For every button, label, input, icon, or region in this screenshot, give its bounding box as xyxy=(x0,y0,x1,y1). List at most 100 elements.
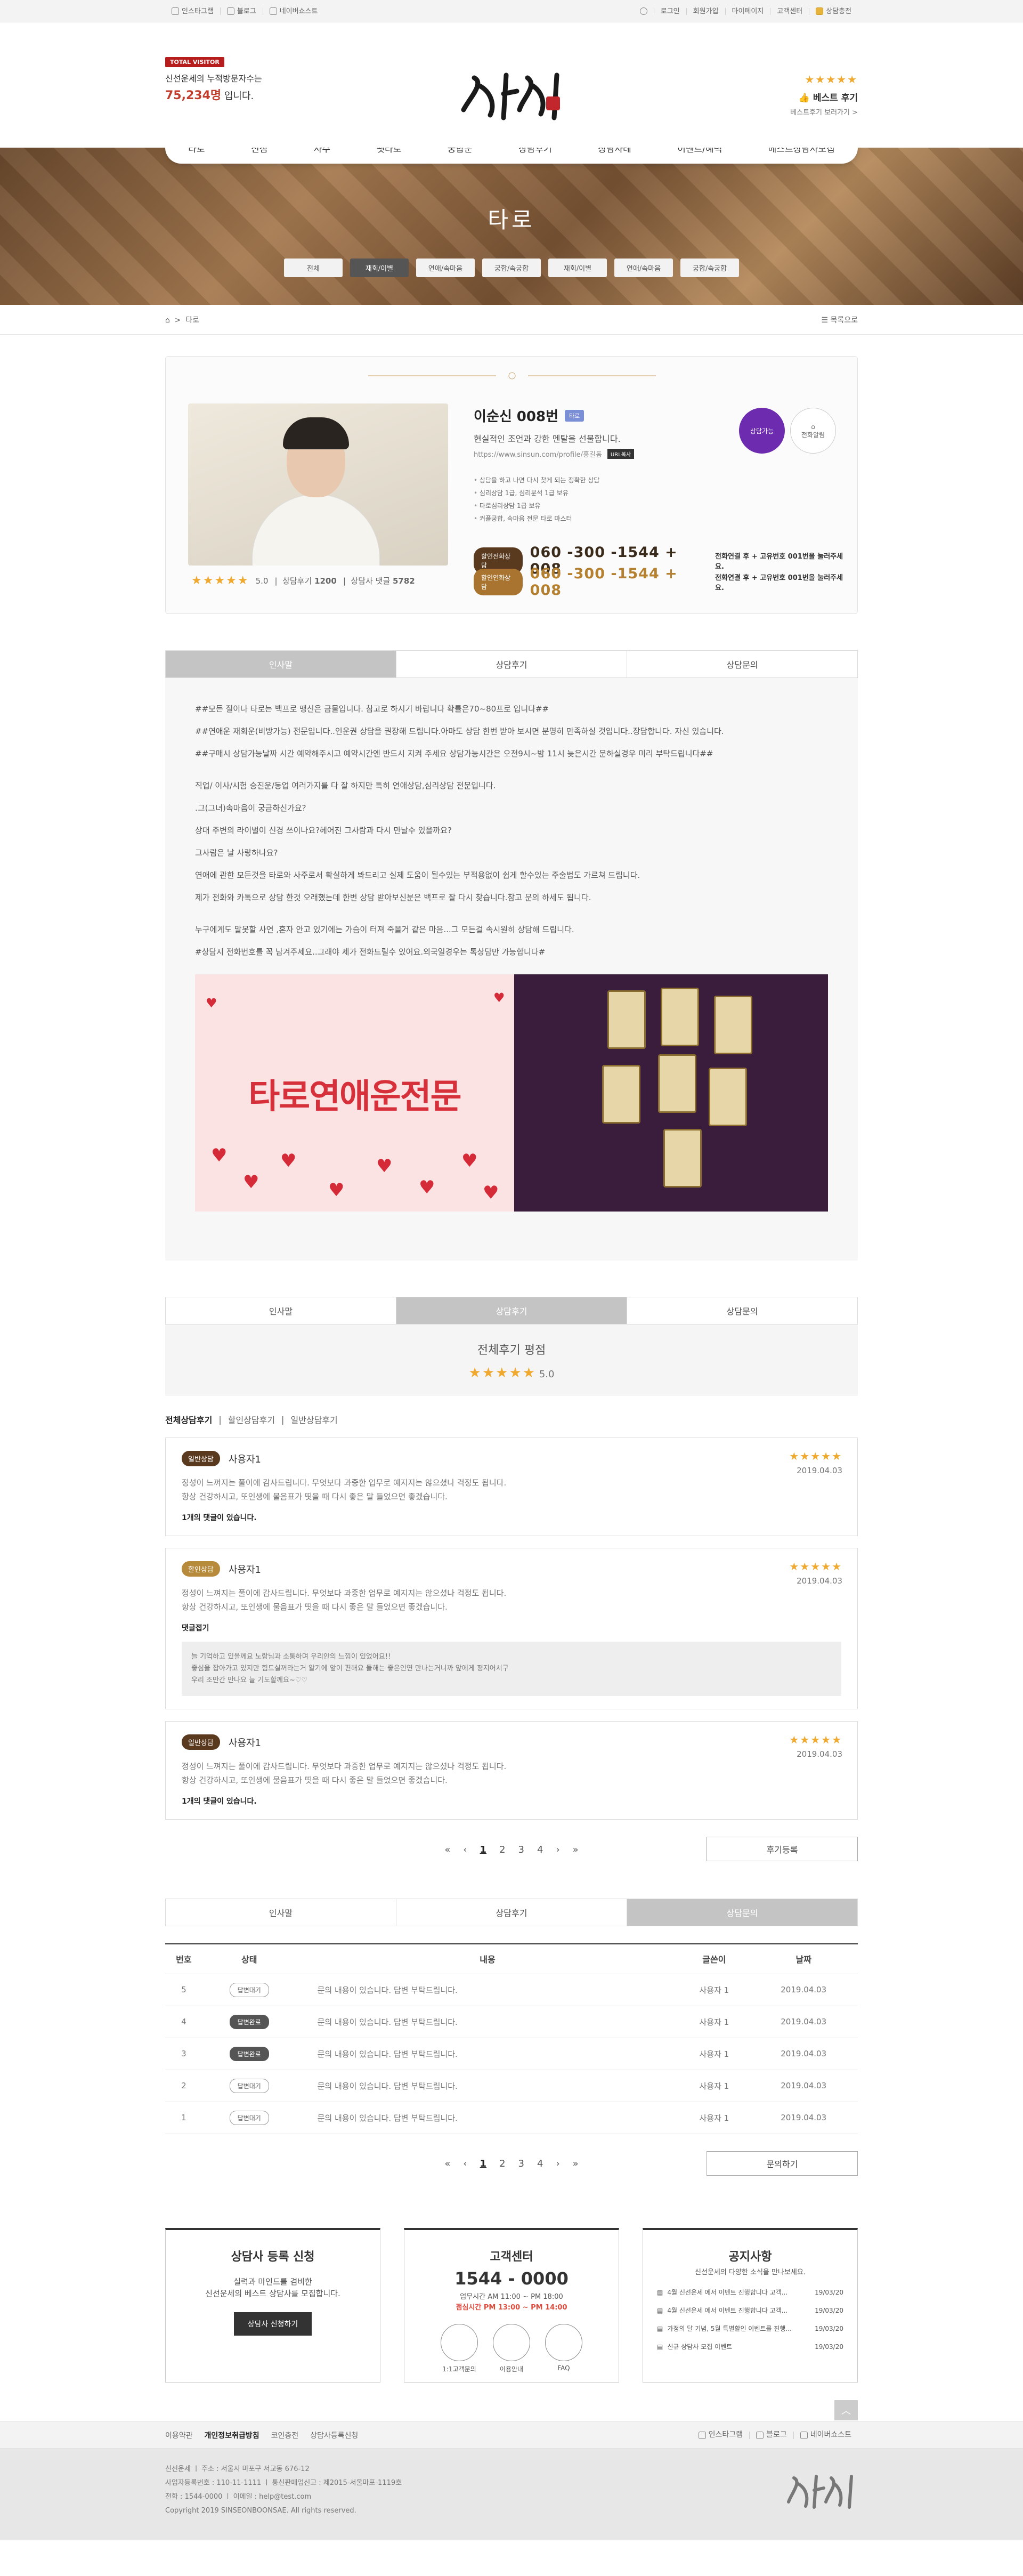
page-link-6[interactable]: › xyxy=(556,2158,559,2169)
feature-item: 심리상담 1급, 심리분석 1급 보유 xyxy=(474,487,836,499)
page-link-4[interactable]: 3 xyxy=(518,2158,524,2169)
notice-item[interactable]: ▤ 4월 신선운세 에서 이벤트 진행합니다 고객... 19/03/20 xyxy=(657,2283,843,2302)
subtab-1[interactable]: 재회/이별 xyxy=(350,259,409,277)
status-available-badge[interactable]: 상담가능 xyxy=(739,408,785,454)
scroll-top-button[interactable]: ︿ xyxy=(834,2400,858,2420)
best-review-link[interactable]: 베스트후기 보러가기 > xyxy=(790,107,858,117)
notice-item[interactable]: ▤ 4월 신선운세 에서 이벤트 진행합니다 고객... 19/03/20 xyxy=(657,2302,843,2320)
table-row[interactable]: 3 답변완료 문의 내용이 있습니다. 답변 부탁드립니다. 사용자 1 2019.04… xyxy=(165,2038,858,2070)
write-inquiry-button[interactable]: 문의하기 xyxy=(707,2151,858,2176)
subtab-6[interactable]: 궁합/속궁합 xyxy=(680,259,739,277)
nav-item-3[interactable]: 펫타로 xyxy=(372,148,405,155)
tab-greeting[interactable]: 인사말 xyxy=(166,1899,396,1926)
nav-item-7[interactable]: 이벤트/혜택 xyxy=(673,148,726,155)
back-to-list-button[interactable]: ☰ 목록으로 xyxy=(821,314,858,325)
page-link-0[interactable]: « xyxy=(444,2158,450,2169)
write-review-button[interactable]: 후기등록 xyxy=(707,1837,858,1861)
tab-inquiry[interactable]: 상담문의 xyxy=(627,651,857,677)
footer-link-1[interactable]: 개인정보취급방침 xyxy=(205,2430,259,2441)
page-link-2[interactable]: 1 xyxy=(480,2158,487,2169)
page-link-1[interactable]: ‹ xyxy=(463,1844,467,1855)
page-link-2[interactable]: 1 xyxy=(480,1844,487,1855)
tab-reviews[interactable]: 상담후기 xyxy=(396,1899,627,1926)
call-alarm-button[interactable]: ⌂ 전화알림 xyxy=(790,408,836,454)
register-text2: 신선운세의 베스트 상담사를 모집합니다. xyxy=(205,2288,340,2298)
copy-url-button[interactable]: URL복사 xyxy=(607,449,635,459)
row-content[interactable]: 문의 내용이 있습니다. 답변 부탁드립니다. xyxy=(296,2038,679,2070)
cs-shortcut-0[interactable]: 1:1고객문의 xyxy=(441,2323,478,2373)
page-link-7[interactable]: » xyxy=(573,1844,579,1855)
filter-discount[interactable]: 할인상담후기 xyxy=(228,1413,275,1426)
review-comment-toggle[interactable]: 댓글접기 xyxy=(182,1622,841,1633)
page-link-5[interactable]: 4 xyxy=(537,2158,543,2169)
phone-number[interactable]: 060 -300 -1544 + 008 xyxy=(530,566,708,599)
nav-item-8[interactable]: 베스트상담사모집 xyxy=(764,148,839,155)
nav-item-1[interactable]: 신점 xyxy=(247,148,272,155)
review-comment-toggle[interactable]: 1개의 댓글이 있습니다. xyxy=(182,1796,841,1806)
page-link-0[interactable]: « xyxy=(444,1844,450,1855)
tab-inquiry[interactable]: 상담문의 xyxy=(627,1899,857,1926)
subtab-2[interactable]: 연애/속마음 xyxy=(416,259,475,277)
filter-normal[interactable]: 일반상담후기 xyxy=(290,1413,337,1426)
tab-reviews[interactable]: 상담후기 xyxy=(396,1297,627,1324)
detail-tabs-inquiry: 인사말 상담후기 상담문의 xyxy=(165,1899,858,1926)
notice-item[interactable]: ▤ 신규 상담사 모집 이벤트 19/03/20 xyxy=(657,2338,843,2356)
footer-link-2[interactable]: 코인충전 xyxy=(271,2430,299,2441)
topbar-social-0[interactable]: 인스타그램 xyxy=(165,7,221,15)
row-content[interactable]: 문의 내용이 있습니다. 답변 부탁드립니다. xyxy=(296,2070,679,2102)
subtab-5[interactable]: 연애/속마음 xyxy=(614,259,673,277)
page-link-3[interactable]: 2 xyxy=(499,2158,505,2169)
row-content[interactable]: 문의 내용이 있습니다. 답변 부탁드립니다. xyxy=(296,2006,679,2038)
page-link-6[interactable]: › xyxy=(556,1844,559,1855)
topbar-social-1[interactable]: 블로그 xyxy=(221,7,263,15)
footer-social-2[interactable]: 네이버쇼스트 xyxy=(794,2430,858,2439)
tab-greeting[interactable]: 인사말 xyxy=(166,651,396,677)
footer-social-label: 네이버쇼스트 xyxy=(810,2430,851,2439)
row-content[interactable]: 문의 내용이 있습니다. 답변 부탁드립니다. xyxy=(296,2102,679,2134)
topbar-link-1[interactable]: 회원가입 xyxy=(687,7,726,15)
footer-social-0[interactable]: 인스타그램 xyxy=(692,2431,750,2439)
nav-item-4[interactable]: 궁합운 xyxy=(443,148,477,155)
cs-shortcut-1[interactable]: 이용안내 xyxy=(493,2323,530,2373)
cs-shortcut-2[interactable]: FAQ xyxy=(545,2323,582,2373)
row-content[interactable]: 문의 내용이 있습니다. 답변 부탁드립니다. xyxy=(296,1974,679,2006)
filter-all[interactable]: 전체상담후기 xyxy=(165,1413,212,1426)
breadcrumb-current[interactable]: 타로 xyxy=(185,316,199,325)
greeting-paragraph: 그사람은 날 사랑하나요? xyxy=(195,848,278,858)
site-logo[interactable] xyxy=(453,67,570,126)
nav-item-5[interactable]: 상담후기 xyxy=(514,148,556,155)
table-row[interactable]: 2 답변대기 문의 내용이 있습니다. 답변 부탁드립니다. 사용자 1 2019.04… xyxy=(165,2070,858,2102)
table-row[interactable]: 5 답변대기 문의 내용이 있습니다. 답변 부탁드립니다. 사용자 1 2019.04… xyxy=(165,1974,858,2006)
footer-link-3[interactable]: 상담사등록신청 xyxy=(310,2430,358,2441)
topbar-social-2[interactable]: 네이버쇼스트 xyxy=(263,7,324,15)
best-review-box[interactable]: ★★★★★ 👍 베스트 후기 베스트후기 보러가기 > xyxy=(790,73,858,117)
page-link-1[interactable]: ‹ xyxy=(463,2158,467,2169)
footer-social-1[interactable]: 블로그 xyxy=(750,2431,794,2439)
tab-greeting[interactable]: 인사말 xyxy=(166,1297,396,1324)
subtab-0[interactable]: 전체 xyxy=(284,259,343,277)
apply-counsellor-button[interactable]: 상담사 신청하기 xyxy=(233,2312,312,2336)
nav-item-6[interactable]: 상담사례 xyxy=(594,148,636,155)
topbar-link-0[interactable]: 로그인 xyxy=(654,7,687,15)
status-badge: 답변대기 xyxy=(229,2110,269,2125)
tab-reviews[interactable]: 상담후기 xyxy=(396,651,627,677)
subtab-3[interactable]: 궁합/속궁합 xyxy=(482,259,541,277)
page-link-5[interactable]: 4 xyxy=(537,1844,543,1855)
search-button[interactable] xyxy=(634,7,654,15)
nav-item-2[interactable]: 사주 xyxy=(310,148,335,155)
tab-inquiry[interactable]: 상담문의 xyxy=(627,1297,857,1324)
topbar-link-4[interactable]: 상담충전 xyxy=(809,7,858,15)
notice-item[interactable]: ▤ 가정의 달 기념, 5월 특별할인 이벤트를 진행... 19/03/20 xyxy=(657,2320,843,2338)
subtab-4[interactable]: 재회/이별 xyxy=(548,259,607,277)
table-row[interactable]: 4 답변완료 문의 내용이 있습니다. 답변 부탁드립니다. 사용자 1 2019.04… xyxy=(165,2006,858,2038)
footer-link-0[interactable]: 이용약관 xyxy=(165,2430,193,2441)
table-row[interactable]: 1 답변대기 문의 내용이 있습니다. 답변 부탁드립니다. 사용자 1 2019.04… xyxy=(165,2102,858,2134)
home-icon[interactable]: ⌂ xyxy=(165,316,170,325)
topbar-link-2[interactable]: 마이페이지 xyxy=(726,7,771,15)
page-link-7[interactable]: » xyxy=(573,2158,579,2169)
page-link-3[interactable]: 2 xyxy=(499,1844,505,1855)
topbar-link-3[interactable]: 고객센터 xyxy=(770,7,810,15)
nav-item-0[interactable]: 타로 xyxy=(184,148,209,155)
page-link-4[interactable]: 3 xyxy=(518,1844,524,1855)
review-comment-toggle[interactable]: 1개의 댓글이 있습니다. xyxy=(182,1512,841,1523)
